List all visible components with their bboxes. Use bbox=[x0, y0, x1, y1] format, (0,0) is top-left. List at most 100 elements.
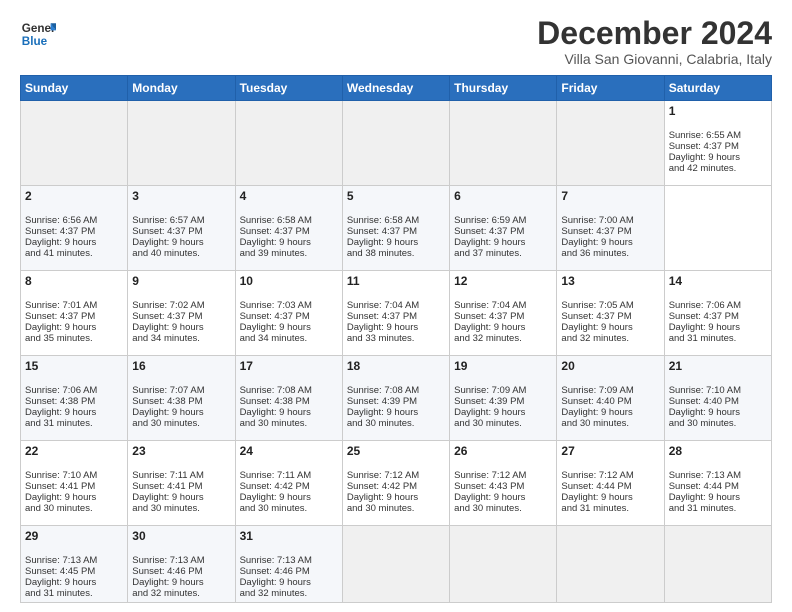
sunrise-text: Sunrise: 7:13 AM bbox=[25, 555, 97, 566]
calendar-cell: 24Sunrise: 7:11 AMSunset: 4:42 PMDayligh… bbox=[235, 441, 342, 526]
day-number: 14 bbox=[669, 274, 767, 288]
daylight-minutes: and 31 minutes. bbox=[25, 588, 93, 599]
sunset-text: Sunset: 4:41 PM bbox=[25, 481, 95, 492]
sunset-text: Sunset: 4:38 PM bbox=[240, 396, 310, 407]
daylight-minutes: and 30 minutes. bbox=[132, 418, 200, 429]
day-number: 28 bbox=[669, 444, 767, 458]
sunset-text: Sunset: 4:40 PM bbox=[669, 396, 739, 407]
daylight-minutes: and 42 minutes. bbox=[669, 163, 737, 174]
calendar-cell bbox=[342, 526, 449, 603]
calendar-cell: 31Sunrise: 7:13 AMSunset: 4:46 PMDayligh… bbox=[235, 526, 342, 603]
sunset-text: Sunset: 4:45 PM bbox=[25, 566, 95, 577]
calendar-cell: 22Sunrise: 7:10 AMSunset: 4:41 PMDayligh… bbox=[21, 441, 128, 526]
calendar-cell: 15Sunrise: 7:06 AMSunset: 4:38 PMDayligh… bbox=[21, 356, 128, 441]
daylight-minutes: and 36 minutes. bbox=[561, 248, 629, 259]
sunset-text: Sunset: 4:40 PM bbox=[561, 396, 631, 407]
daylight-minutes: and 32 minutes. bbox=[240, 588, 308, 599]
logo: General Blue bbox=[20, 16, 56, 52]
daylight-minutes: and 31 minutes. bbox=[561, 503, 629, 514]
day-number: 29 bbox=[25, 529, 123, 543]
sunrise-text: Sunrise: 7:13 AM bbox=[132, 555, 204, 566]
daylight-minutes: and 32 minutes. bbox=[454, 333, 522, 344]
col-header-thursday: Thursday bbox=[450, 76, 557, 101]
calendar-week-row: 1Sunrise: 6:55 AMSunset: 4:37 PMDaylight… bbox=[21, 101, 772, 186]
sunset-text: Sunset: 4:41 PM bbox=[132, 481, 202, 492]
calendar-cell: 26Sunrise: 7:12 AMSunset: 4:43 PMDayligh… bbox=[450, 441, 557, 526]
sunset-text: Sunset: 4:37 PM bbox=[240, 311, 310, 322]
daylight-hours: Daylight: 9 hours bbox=[347, 492, 418, 503]
svg-text:Blue: Blue bbox=[22, 35, 48, 48]
sunrise-text: Sunrise: 7:01 AM bbox=[25, 300, 97, 311]
calendar-cell: 4Sunrise: 6:58 AMSunset: 4:37 PMDaylight… bbox=[235, 186, 342, 271]
sunset-text: Sunset: 4:44 PM bbox=[669, 481, 739, 492]
calendar-cell: 14Sunrise: 7:06 AMSunset: 4:37 PMDayligh… bbox=[664, 271, 771, 356]
calendar-week-row: 15Sunrise: 7:06 AMSunset: 4:38 PMDayligh… bbox=[21, 356, 772, 441]
day-number: 15 bbox=[25, 359, 123, 373]
sunset-text: Sunset: 4:37 PM bbox=[347, 226, 417, 237]
daylight-hours: Daylight: 9 hours bbox=[240, 577, 311, 588]
daylight-hours: Daylight: 9 hours bbox=[454, 322, 525, 333]
daylight-hours: Daylight: 9 hours bbox=[347, 322, 418, 333]
sunrise-text: Sunrise: 7:02 AM bbox=[132, 300, 204, 311]
daylight-hours: Daylight: 9 hours bbox=[454, 237, 525, 248]
day-number: 22 bbox=[25, 444, 123, 458]
calendar-cell: 25Sunrise: 7:12 AMSunset: 4:42 PMDayligh… bbox=[342, 441, 449, 526]
sunrise-text: Sunrise: 7:12 AM bbox=[454, 470, 526, 481]
day-number: 11 bbox=[347, 274, 445, 288]
daylight-hours: Daylight: 9 hours bbox=[132, 577, 203, 588]
calendar-cell: 28Sunrise: 7:13 AMSunset: 4:44 PMDayligh… bbox=[664, 441, 771, 526]
day-number: 21 bbox=[669, 359, 767, 373]
calendar-cell: 9Sunrise: 7:02 AMSunset: 4:37 PMDaylight… bbox=[128, 271, 235, 356]
sunset-text: Sunset: 4:44 PM bbox=[561, 481, 631, 492]
day-number: 17 bbox=[240, 359, 338, 373]
day-number: 4 bbox=[240, 189, 338, 203]
daylight-minutes: and 34 minutes. bbox=[132, 333, 200, 344]
calendar-cell bbox=[450, 101, 557, 186]
calendar-cell: 19Sunrise: 7:09 AMSunset: 4:39 PMDayligh… bbox=[450, 356, 557, 441]
sunset-text: Sunset: 4:37 PM bbox=[561, 226, 631, 237]
calendar-cell bbox=[21, 101, 128, 186]
calendar-cell bbox=[450, 526, 557, 603]
daylight-minutes: and 30 minutes. bbox=[347, 503, 415, 514]
daylight-minutes: and 32 minutes. bbox=[132, 588, 200, 599]
sunset-text: Sunset: 4:38 PM bbox=[25, 396, 95, 407]
day-number: 6 bbox=[454, 189, 552, 203]
daylight-hours: Daylight: 9 hours bbox=[561, 237, 632, 248]
calendar-cell: 23 Sunrise: 7:11 AMSunset: 4:41 PMDayligh… bbox=[128, 441, 235, 526]
calendar-cell: 12Sunrise: 7:04 AMSunset: 4:37 PMDayligh… bbox=[450, 271, 557, 356]
sunrise-text: Sunrise: 7:08 AM bbox=[240, 385, 312, 396]
daylight-minutes: and 30 minutes. bbox=[561, 418, 629, 429]
daylight-minutes: and 38 minutes. bbox=[347, 248, 415, 259]
calendar-cell: 8Sunrise: 7:01 AMSunset: 4:37 PMDaylight… bbox=[21, 271, 128, 356]
sunrise-text: Sunrise: 7:10 AM bbox=[669, 385, 741, 396]
sunset-text: Sunset: 4:37 PM bbox=[240, 226, 310, 237]
day-number: 23 bbox=[132, 444, 230, 458]
daylight-hours: Daylight: 9 hours bbox=[132, 492, 203, 503]
sunset-text: Sunset: 4:37 PM bbox=[454, 226, 524, 237]
sunrise-text: Sunrise: 6:59 AM bbox=[454, 215, 526, 226]
day-number: 1 bbox=[669, 104, 767, 118]
day-number: 5 bbox=[347, 189, 445, 203]
col-header-sunday: Sunday bbox=[21, 76, 128, 101]
header: General Blue December 2024 Villa San Gio… bbox=[20, 16, 772, 67]
day-number: 8 bbox=[25, 274, 123, 288]
day-number: 9 bbox=[132, 274, 230, 288]
sunset-text: Sunset: 4:37 PM bbox=[25, 226, 95, 237]
day-number: 25 bbox=[347, 444, 445, 458]
sunset-text: Sunset: 4:46 PM bbox=[240, 566, 310, 577]
day-number: 10 bbox=[240, 274, 338, 288]
sunset-text: Sunset: 4:39 PM bbox=[454, 396, 524, 407]
sunrise-text: Sunrise: 7:11 AM bbox=[132, 470, 204, 481]
sunrise-text: Sunrise: 7:09 AM bbox=[454, 385, 526, 396]
calendar-week-row: 2Sunrise: 6:56 AMSunset: 4:37 PMDaylight… bbox=[21, 186, 772, 271]
day-number: 7 bbox=[561, 189, 659, 203]
daylight-hours: Daylight: 9 hours bbox=[454, 492, 525, 503]
sunset-text: Sunset: 4:37 PM bbox=[25, 311, 95, 322]
sunset-text: Sunset: 4:37 PM bbox=[132, 226, 202, 237]
daylight-minutes: and 30 minutes. bbox=[132, 503, 200, 514]
daylight-hours: Daylight: 9 hours bbox=[25, 407, 96, 418]
calendar-cell: 20Sunrise: 7:09 AMSunset: 4:40 PMDayligh… bbox=[557, 356, 664, 441]
daylight-minutes: and 39 minutes. bbox=[240, 248, 308, 259]
daylight-minutes: and 30 minutes. bbox=[25, 503, 93, 514]
sunset-text: Sunset: 4:46 PM bbox=[132, 566, 202, 577]
